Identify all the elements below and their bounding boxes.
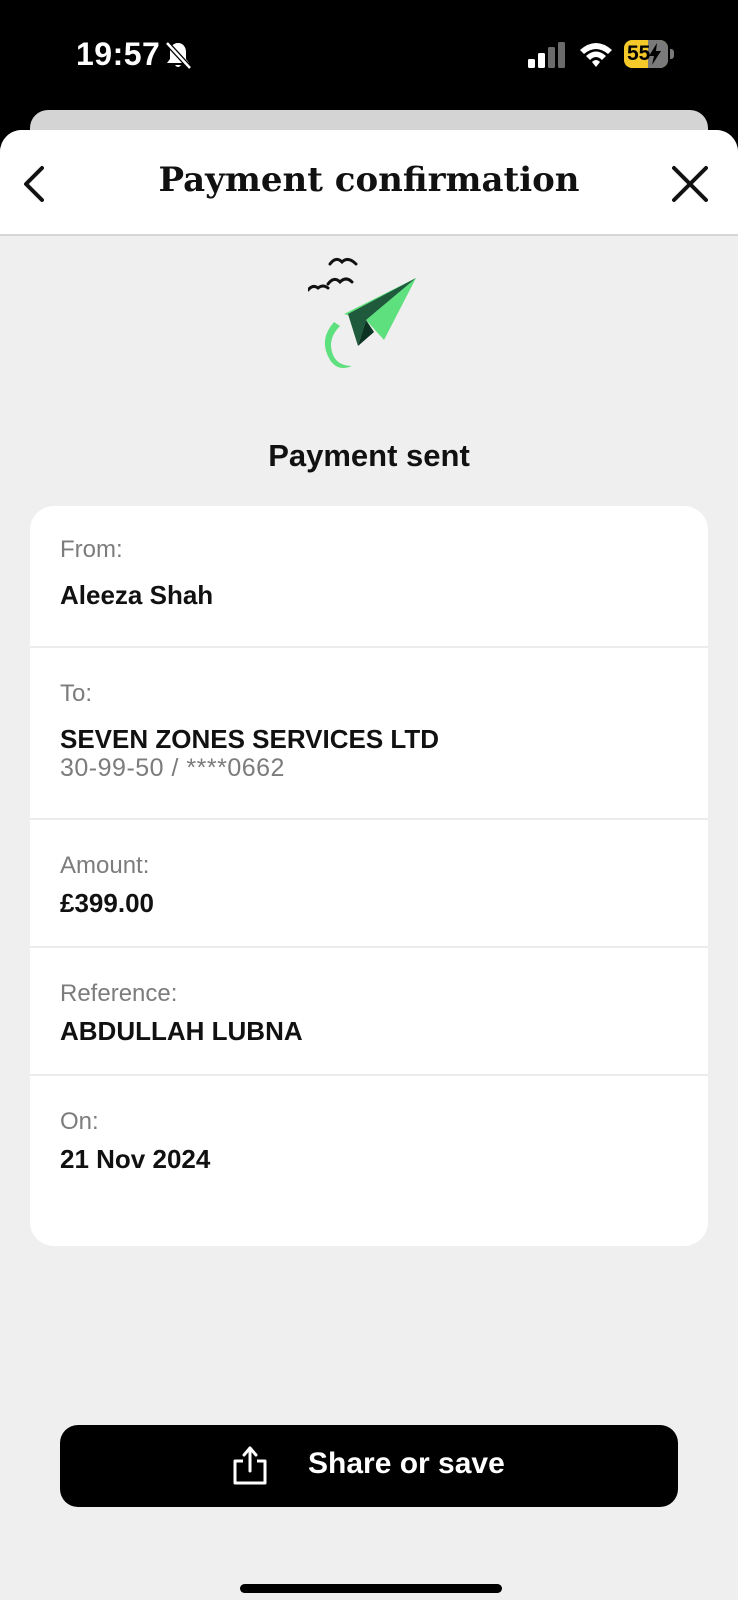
page-title: Payment confirmation — [158, 160, 580, 200]
date-value: 21 Nov 2024 — [60, 1144, 211, 1174]
share-icon — [233, 1446, 267, 1485]
detail-row-amount: Amount: £399.00 — [30, 820, 708, 948]
reference-value: ABDULLAH LUBNA — [60, 1016, 303, 1046]
detail-row-to: To: SEVEN ZONES SERVICES LTD 30-99-50 / … — [30, 648, 708, 820]
home-indicator[interactable] — [240, 1584, 502, 1593]
paper-plane-icon — [308, 257, 416, 368]
to-label: To: — [60, 680, 93, 707]
charging-bolt-icon — [649, 43, 661, 65]
to-value: SEVEN ZONES SERVICES LTD — [60, 724, 440, 754]
bell-muted-icon — [165, 41, 192, 70]
chevron-left-icon[interactable] — [10, 158, 62, 210]
status-time: 19:57 — [76, 36, 161, 72]
amount-label: Amount: — [60, 852, 150, 879]
sheet-header: Payment confirmation — [0, 130, 738, 236]
share-or-save-button[interactable]: Share or save — [60, 1425, 678, 1507]
payment-details-card: From: Aleeza Shah To: SEVEN ZONES SERVIC… — [30, 506, 708, 1246]
detail-row-reference: Reference: ABDULLAH LUBNA — [30, 948, 708, 1076]
wifi-icon — [580, 43, 612, 67]
battery-indicator: 55 — [624, 40, 674, 68]
battery-level: 55 — [627, 42, 651, 65]
account-details: 30-99-50 / ****0662 — [60, 754, 285, 782]
phone-screen: 19:57 55 Payment confirmation Payment se… — [0, 0, 738, 1600]
amount-value: £399.00 — [60, 888, 154, 918]
payment-status-heading: Payment sent — [268, 438, 470, 473]
detail-row-date: On: 21 Nov 2024 — [30, 1076, 708, 1246]
from-label: From: — [60, 536, 123, 563]
detail-row-from: From: Aleeza Shah — [30, 506, 708, 648]
share-button-label: Share or save — [308, 1447, 505, 1480]
cellular-signal-icon — [528, 42, 565, 68]
date-label: On: — [60, 1108, 99, 1135]
status-bar: 19:57 55 — [0, 0, 738, 110]
reference-label: Reference: — [60, 980, 178, 1007]
close-icon[interactable] — [664, 158, 716, 210]
payment-confirmation-sheet: Payment confirmation Payment sent From: … — [0, 130, 738, 1600]
from-value: Aleeza Shah — [60, 580, 214, 610]
